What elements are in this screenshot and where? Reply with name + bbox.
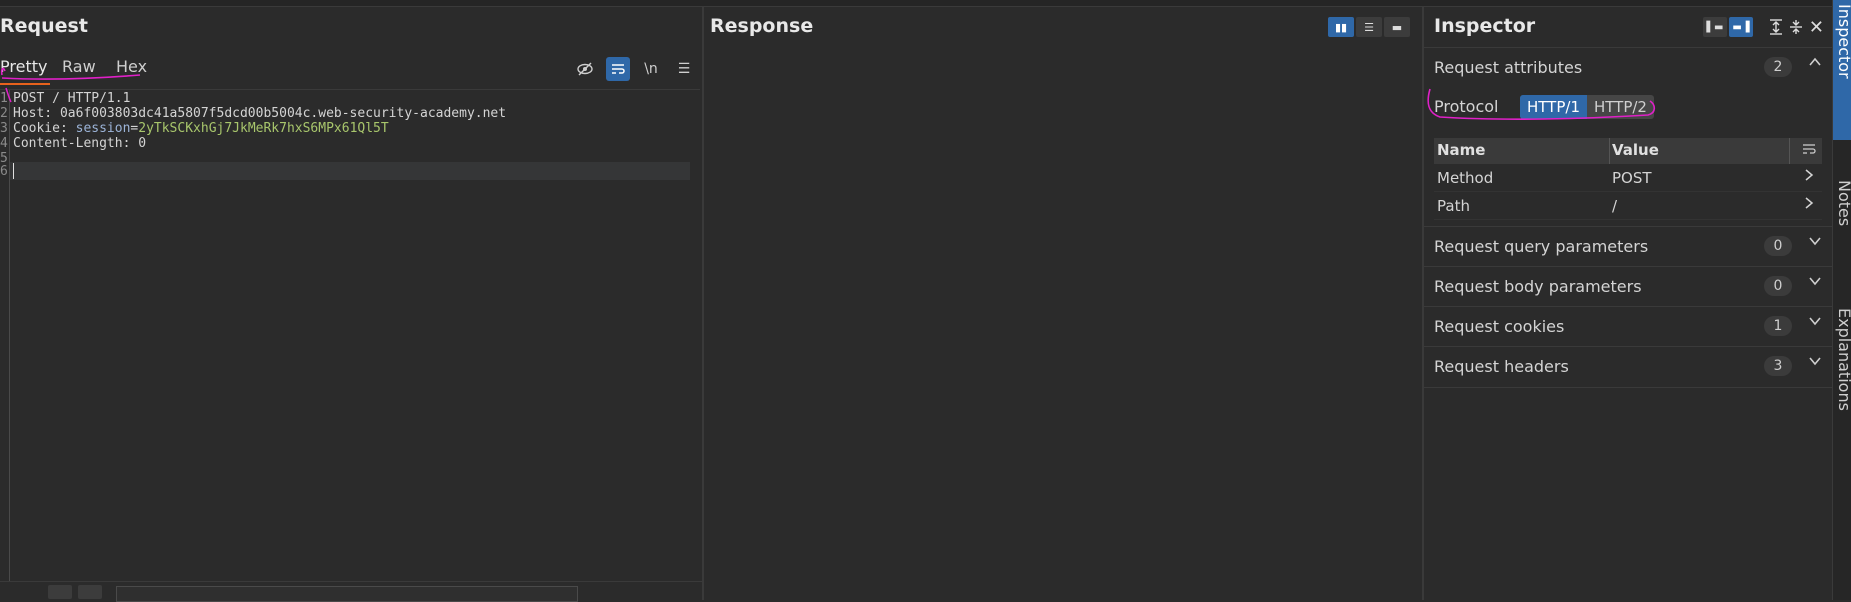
top-border	[0, 0, 1851, 7]
layout-right-icon[interactable]: ▬▐	[1728, 17, 1753, 37]
chevron-down-icon	[1808, 354, 1822, 372]
rail-tab-label: Inspector	[1835, 4, 1851, 79]
header-key: Content-Length:	[13, 136, 131, 151]
request-line: POST / HTTP/1.1	[13, 91, 131, 106]
annotation-circle	[1427, 88, 1656, 120]
count-badge: 3	[1764, 356, 1792, 376]
rail-tab-explanations[interactable]: Explanations	[1833, 300, 1851, 460]
rail-tab-label: Notes	[1835, 180, 1851, 227]
code-line: Content-Length: 0	[13, 136, 146, 151]
annotation-tick	[5, 87, 12, 103]
tab-pretty[interactable]: Pretty	[0, 57, 47, 76]
section-label: Request query parameters	[1434, 237, 1649, 256]
chevron-up-icon	[1808, 55, 1822, 73]
column-divider	[1789, 138, 1790, 164]
header-value: 0	[130, 136, 147, 151]
split-vertical-icon[interactable]: ☰	[1356, 17, 1382, 37]
column-header-name[interactable]: Name	[1437, 141, 1485, 159]
line-number: 4	[0, 136, 8, 151]
section-request-query-parameters[interactable]: Request query parameters 0	[1424, 226, 1832, 267]
count-badge: 2	[1764, 57, 1792, 77]
count-badge: 0	[1764, 236, 1792, 256]
section-label: Request body parameters	[1434, 277, 1642, 296]
chevron-down-icon	[1808, 234, 1822, 252]
rail-tab-label: Explanations	[1835, 308, 1851, 411]
inspector-pane: Inspector ▌▬ ▬▐ ✕ Request attributes 2 P…	[1424, 7, 1832, 600]
request-title: Request	[0, 15, 88, 37]
line-number: 2	[0, 106, 8, 121]
code-line: Cookie: session=2yTkSCKxhGj7JkMeRk7hxS6M…	[13, 121, 389, 136]
attr-name: Method	[1437, 169, 1494, 187]
inspector-layout-toggle: ▌▬ ▬▐	[1702, 17, 1753, 37]
wrap-lines-icon[interactable]	[1802, 142, 1816, 160]
rail-tab-more[interactable]	[1833, 500, 1851, 600]
close-icon[interactable]: ✕	[1809, 17, 1824, 38]
table-row[interactable]: Method POST	[1434, 164, 1822, 192]
column-header-value[interactable]: Value	[1612, 141, 1659, 159]
response-pane: Response ▮▮ ☰ ▬	[704, 7, 1424, 600]
text-caret	[13, 163, 14, 179]
request-pane: Request Pretty Raw Hex \n ☰ 1 2 3 4 5 6 …	[0, 7, 704, 602]
request-bottom-bar	[0, 581, 702, 602]
code-line: Host: 0a6f003803dc41a5807f5dcd00b5004c.w…	[13, 106, 506, 121]
section-label: Request attributes	[1434, 58, 1583, 77]
section-label: Request headers	[1434, 357, 1569, 376]
chevron-right-icon	[1804, 196, 1814, 214]
count-badge: 0	[1764, 276, 1792, 296]
layout-left-icon[interactable]: ▌▬	[1702, 17, 1727, 37]
menu-icon[interactable]: ☰	[672, 57, 696, 81]
rail-tab-inspector[interactable]: Inspector	[1833, 0, 1851, 140]
settings-gear-icon[interactable]	[22, 585, 46, 599]
request-tabs: Pretty Raw Hex \n ☰	[0, 53, 702, 87]
current-line-highlight	[10, 162, 690, 180]
line-number: 6	[0, 164, 8, 179]
newline-toggle[interactable]: \n	[639, 57, 663, 81]
line-number: 3	[0, 121, 8, 136]
cookie-name: session	[67, 121, 131, 136]
tab-hex[interactable]: Hex	[116, 57, 147, 76]
tab-raw[interactable]: Raw	[62, 57, 96, 76]
response-title: Response	[710, 15, 814, 37]
prev-match-button[interactable]	[48, 585, 72, 599]
table-row[interactable]: Path /	[1434, 192, 1822, 220]
hide-nonprintable-icon[interactable]	[573, 57, 597, 81]
word-wrap-icon[interactable]	[606, 57, 630, 81]
attr-name: Path	[1437, 197, 1470, 215]
header-key: Host:	[13, 106, 53, 121]
request-editor[interactable]: 1 2 3 4 5 6 POST / HTTP/1.1 Host: 0a6f00…	[0, 87, 700, 582]
inspector-toolbar: ▌▬ ▬▐ ✕	[1702, 17, 1824, 38]
split-horizontal-icon[interactable]: ▮▮	[1328, 17, 1354, 37]
header-key: Cookie:	[13, 121, 68, 136]
count-badge: 1	[1764, 316, 1792, 336]
section-label: Request cookies	[1434, 317, 1565, 336]
section-request-cookies[interactable]: Request cookies 1	[1424, 306, 1832, 347]
side-rail: Inspector Notes Explanations	[1832, 0, 1851, 600]
layout-toggle: ▮▮ ☰ ▬	[1328, 17, 1410, 37]
next-match-button[interactable]	[78, 585, 102, 599]
collapse-all-icon[interactable]	[1789, 17, 1803, 37]
chevron-down-icon	[1808, 274, 1822, 292]
chevron-right-icon	[1804, 168, 1814, 186]
attributes-table: Name Value Method POST Path /	[1434, 138, 1822, 220]
editor-toolbar: \n ☰	[573, 57, 696, 81]
cookie-value: 2yTkSCKxhGj7JkMeRk7hxS6MPx61Ql5T	[138, 121, 389, 136]
column-divider	[1609, 138, 1610, 164]
section-request-headers[interactable]: Request headers 3	[1424, 346, 1832, 388]
tab-active-underline	[0, 83, 50, 85]
single-pane-icon[interactable]: ▬	[1384, 17, 1410, 37]
rail-tab-notes[interactable]: Notes	[1833, 172, 1851, 292]
section-request-body-parameters[interactable]: Request body parameters 0	[1424, 266, 1832, 307]
code-line: POST / HTTP/1.1	[13, 91, 130, 106]
expand-all-icon[interactable]	[1769, 17, 1783, 37]
table-header: Name Value	[1434, 138, 1822, 164]
attr-value: POST	[1612, 169, 1652, 187]
inspector-title: Inspector	[1434, 15, 1536, 37]
attr-value: /	[1612, 197, 1618, 215]
header-value: 0a6f003803dc41a5807f5dcd00b5004c.web-sec…	[52, 106, 507, 121]
chevron-down-icon	[1808, 314, 1822, 332]
